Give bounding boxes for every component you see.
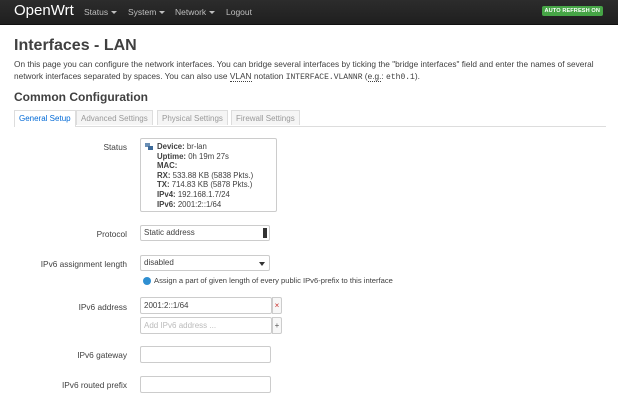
info-icon bbox=[143, 277, 151, 285]
tab-firewall-settings[interactable]: Firewall Settings bbox=[231, 110, 300, 125]
ipv6-gateway-label: IPv6 gateway bbox=[77, 350, 127, 360]
protocol-value: Static address bbox=[144, 228, 195, 237]
ipv6-label: IPv6: bbox=[157, 199, 176, 209]
tab-physical-settings[interactable]: Physical Settings bbox=[157, 110, 228, 125]
ipv6-value: 2001:2::1/64 bbox=[177, 199, 222, 209]
tab-bar: General Setup Advanced Settings Physical… bbox=[14, 110, 606, 127]
tx-value: 714.83 KB (5878 Pkts.) bbox=[171, 180, 253, 190]
caret-down-icon bbox=[159, 11, 166, 15]
rx-label: RX: bbox=[157, 170, 171, 180]
description-text: ( bbox=[362, 71, 368, 81]
hint-text: Assign a part of given length of every p… bbox=[154, 276, 393, 285]
status-box: Device: br-lan Uptime: 0h 19m 27s MAC: R… bbox=[140, 138, 277, 212]
ipv4-label: IPv4: bbox=[157, 189, 176, 199]
section-title: Common Configuration bbox=[14, 90, 148, 104]
ipv6-routed-prefix-input[interactable] bbox=[140, 376, 271, 393]
menu-status-label: Status bbox=[84, 7, 109, 17]
uptime-value: 0h 19m 27s bbox=[188, 151, 229, 161]
ipv6-address-label: IPv6 address bbox=[78, 302, 127, 312]
ipv6-assignment-value: disabled bbox=[144, 258, 174, 267]
ipv6-assignment-label: IPv6 assignment length bbox=[40, 259, 127, 269]
menu-system-label: System bbox=[128, 7, 157, 17]
eg-value: eth0.1 bbox=[386, 73, 415, 82]
network-icon bbox=[145, 143, 153, 150]
brand-logo[interactable]: OpenWrt bbox=[14, 2, 74, 19]
uptime-label: Uptime: bbox=[157, 151, 187, 161]
tab-advanced-settings[interactable]: Advanced Settings bbox=[76, 110, 153, 125]
menu-status[interactable]: Status bbox=[84, 0, 118, 24]
description-text: ). bbox=[414, 71, 420, 81]
chevron-down-icon bbox=[259, 262, 265, 266]
auto-refresh-toggle[interactable]: AUTO REFRESH ON bbox=[541, 6, 603, 16]
page-description: On this page you can configure the netwo… bbox=[14, 58, 609, 84]
select-arrow-icon bbox=[263, 228, 267, 238]
ipv6-assignment-hint: Assign a part of given length of every p… bbox=[143, 276, 393, 285]
menu-logout[interactable]: Logout bbox=[226, 0, 252, 24]
tab-general-setup[interactable]: General Setup bbox=[14, 110, 76, 127]
menu-logout-label: Logout bbox=[226, 7, 252, 17]
protocol-select[interactable]: Static address bbox=[140, 225, 270, 241]
ipv6-gateway-input[interactable] bbox=[140, 346, 271, 363]
add-address-button[interactable]: + bbox=[272, 317, 282, 334]
caret-down-icon bbox=[209, 11, 216, 15]
device-value: br-lan bbox=[186, 142, 207, 151]
mac-label: MAC: bbox=[157, 161, 178, 171]
status-label: Status bbox=[103, 142, 127, 152]
vlan-abbr: VLAN bbox=[229, 71, 252, 82]
caret-down-icon bbox=[111, 11, 118, 15]
tx-label: TX: bbox=[157, 180, 170, 190]
ipv6-routed-prefix-label: IPv6 routed prefix bbox=[61, 380, 127, 390]
menu-network-label: Network bbox=[175, 7, 207, 17]
description-text: notation bbox=[251, 71, 286, 81]
vlan-notation: INTERFACE.VLANNR bbox=[285, 73, 363, 82]
device-label: Device: bbox=[157, 142, 185, 151]
rx-value: 533.88 KB (5838 Pkts.) bbox=[172, 170, 254, 180]
remove-address-button[interactable]: × bbox=[272, 297, 282, 314]
menu-system[interactable]: System bbox=[128, 0, 166, 24]
protocol-label: Protocol bbox=[96, 229, 127, 239]
ipv6-address-add-input[interactable]: Add IPv6 address ... bbox=[140, 317, 272, 334]
ipv4-value: 192.168.1.7/24 bbox=[177, 189, 230, 199]
eg-abbr: e.g. bbox=[367, 71, 382, 82]
page-title: Interfaces - LAN bbox=[14, 37, 137, 54]
ipv6-address-input[interactable]: 2001:2::1/64 bbox=[140, 297, 272, 314]
ipv6-assignment-select[interactable]: disabled bbox=[140, 255, 270, 271]
top-navbar: OpenWrt Status System Network Logout AUT… bbox=[0, 0, 618, 25]
menu-network[interactable]: Network bbox=[175, 0, 216, 24]
